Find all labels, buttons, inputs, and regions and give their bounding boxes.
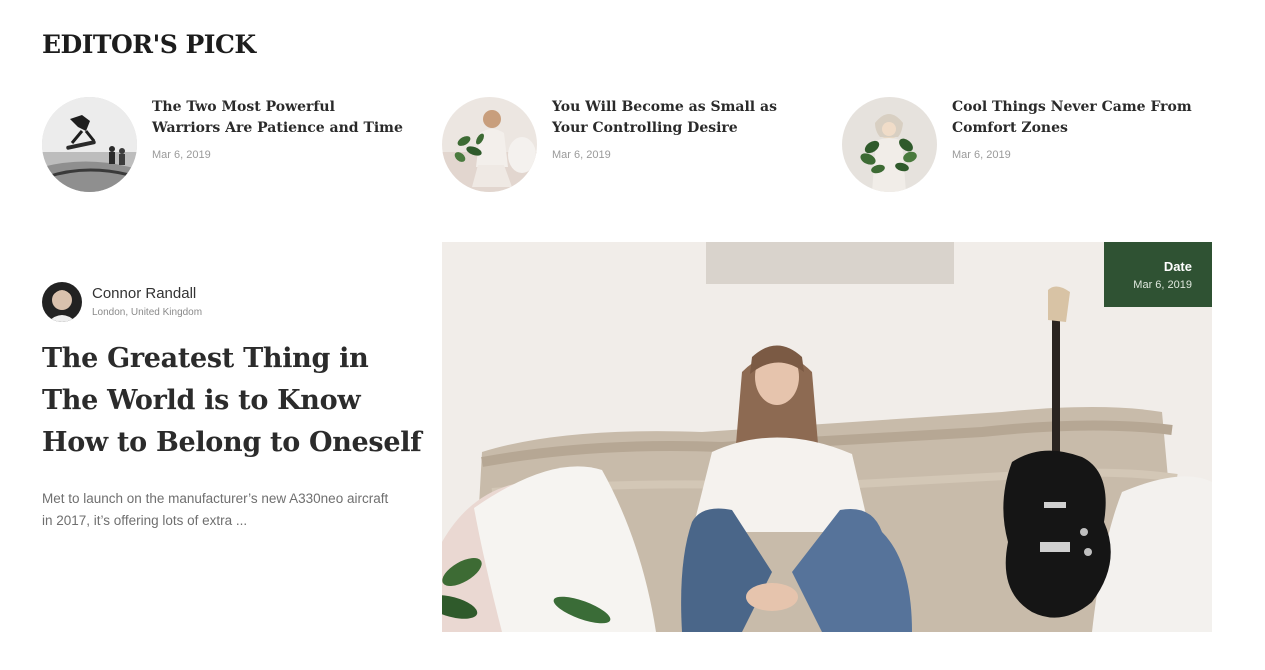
author-location: London, United Kingdom — [92, 307, 203, 318]
pick-thumbnail[interactable] — [842, 97, 937, 192]
avatar[interactable] — [42, 282, 82, 322]
date-badge: Date Mar 6, 2019 — [1104, 242, 1212, 307]
author-avatar-photo — [42, 282, 82, 322]
date-badge-label: Date — [1163, 259, 1192, 274]
pick-thumbnail[interactable] — [442, 97, 537, 192]
featured-title[interactable]: The Greatest Thing in The World is to Kn… — [42, 338, 432, 464]
skateboarder-photo — [42, 97, 137, 192]
section-title: EDITOR'S PICK — [42, 30, 256, 59]
editors-pick-list: The Two Most Powerful Warriors Are Patie… — [42, 97, 1242, 193]
pick-card[interactable]: Cool Things Never Came From Comfort Zone… — [842, 97, 1222, 193]
pick-thumbnail[interactable] — [42, 97, 137, 192]
author-info: Connor Randall London, United Kingdom — [42, 282, 402, 322]
girl-with-leaves-photo — [842, 97, 937, 192]
featured-image[interactable] — [442, 242, 1212, 632]
pick-card[interactable]: You Will Become as Small as Your Control… — [442, 97, 822, 193]
pick-title[interactable]: Cool Things Never Came From Comfort Zone… — [952, 97, 1207, 139]
pick-title[interactable]: You Will Become as Small as Your Control… — [552, 97, 807, 139]
author-name[interactable]: Connor Randall — [92, 285, 196, 302]
pick-card[interactable]: The Two Most Powerful Warriors Are Patie… — [42, 97, 422, 193]
pick-date: Mar 6, 2019 — [552, 149, 611, 161]
pick-title[interactable]: The Two Most Powerful Warriors Are Patie… — [152, 97, 407, 139]
pick-date: Mar 6, 2019 — [952, 149, 1011, 161]
featured-excerpt: Met to launch on the manufacturer’s new … — [42, 491, 389, 528]
woman-on-sofa-with-guitar-photo — [442, 242, 1212, 632]
woman-with-plant-photo — [442, 97, 537, 192]
pick-date: Mar 6, 2019 — [152, 149, 211, 161]
date-badge-value: Mar 6, 2019 — [1133, 279, 1192, 291]
